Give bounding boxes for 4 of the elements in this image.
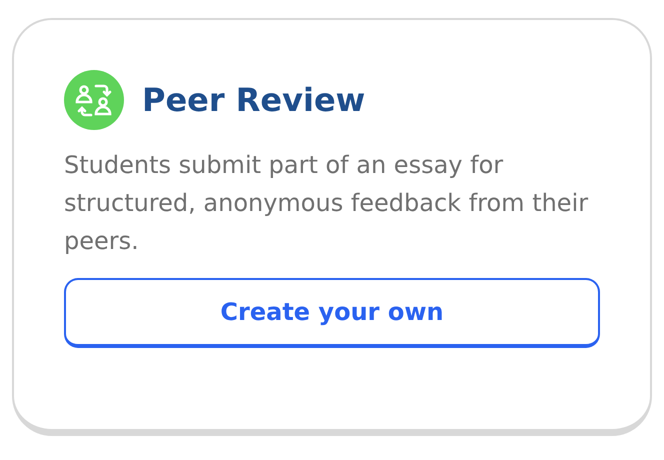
card-title: Peer Review — [142, 81, 366, 119]
card-description: Students submit part of an essay for structured, anonymous feedback from their peers. — [64, 150, 590, 257]
people-swap-icon — [64, 70, 124, 130]
create-button[interactable]: Create your own — [64, 278, 600, 348]
